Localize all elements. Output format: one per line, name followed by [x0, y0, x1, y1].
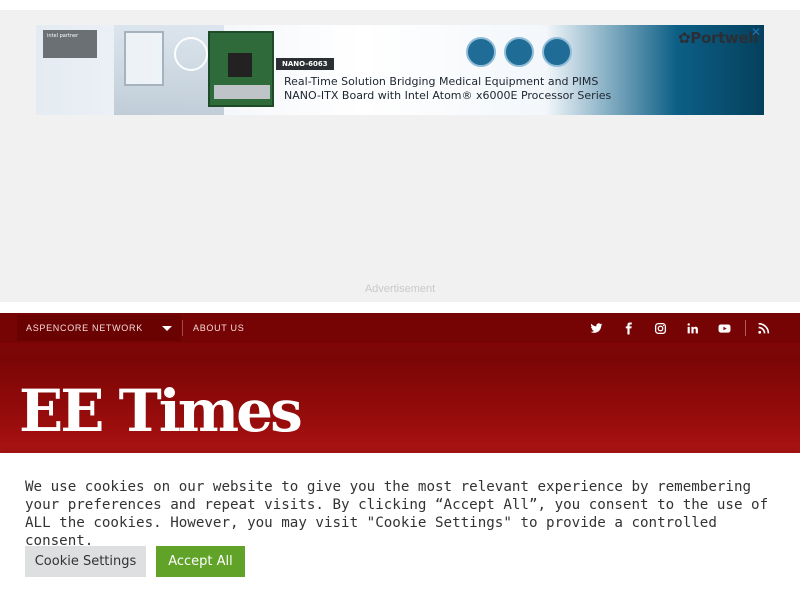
ad-model-tag: NANO-6063 [276, 58, 334, 70]
ad-brand-logo: ✿Portwell [678, 29, 759, 47]
ad-region: intel partner NANO-6063 Real-Time Soluti… [0, 10, 800, 302]
top-bar: ASPENCORE NETWORK ABOUT US [0, 313, 800, 343]
social-links [585, 313, 784, 343]
linkedin-icon[interactable] [681, 317, 703, 339]
cookie-settings-button[interactable]: Cookie Settings [25, 546, 146, 577]
ad-device-icons [466, 37, 572, 67]
board-port [214, 85, 270, 99]
cookie-consent-banner: We use cookies on our website to give yo… [0, 453, 800, 600]
about-us-link[interactable]: ABOUT US [193, 315, 244, 341]
instagram-icon[interactable] [649, 317, 671, 339]
cookie-message: We use cookies on our website to give yo… [25, 479, 769, 549]
ad-banner[interactable]: intel partner NANO-6063 Real-Time Soluti… [36, 25, 764, 115]
ad-subline: NANO-ITX Board with Intel Atom® x6000E P… [284, 89, 612, 102]
medical-icon [542, 37, 572, 67]
network-label: ASPENCORE NETWORK [26, 323, 143, 333]
divider [745, 320, 746, 336]
rss-icon[interactable] [752, 317, 774, 339]
ad-caption: Advertisement [364, 283, 436, 295]
device-icon [466, 37, 496, 67]
aspencore-network-dropdown[interactable]: ASPENCORE NETWORK [17, 315, 181, 341]
ad-board-image [208, 31, 274, 107]
ee-times-logo[interactable]: EE Times [19, 378, 319, 444]
twitter-icon[interactable] [585, 317, 607, 339]
user-icon [174, 37, 208, 71]
kiosk-screen [124, 31, 164, 86]
ad-headline: Real-Time Solution Bridging Medical Equi… [284, 75, 599, 88]
logo-text: EE Times [19, 377, 303, 445]
ad-close-icon[interactable]: ✕ [750, 26, 762, 38]
intel-partner-badge: intel partner [43, 30, 97, 58]
facebook-icon[interactable] [617, 317, 639, 339]
phone-icon [504, 37, 534, 67]
caret-down-icon [162, 326, 172, 331]
divider [182, 320, 183, 336]
site-header: ASPENCORE NETWORK ABOUT US EE Times [0, 313, 800, 463]
board-chip [228, 53, 252, 77]
accept-all-button[interactable]: Accept All [156, 546, 245, 577]
youtube-icon[interactable] [713, 317, 735, 339]
